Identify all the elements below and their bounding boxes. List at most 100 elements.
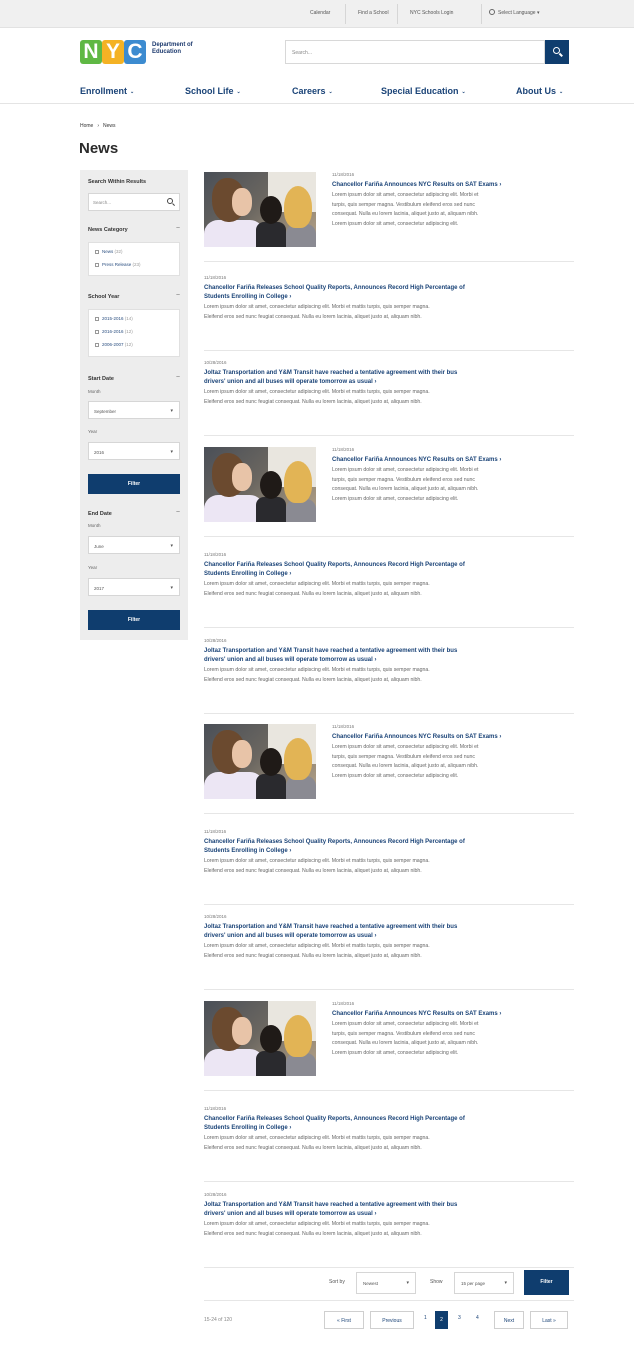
list-filter-button[interactable]: Filter [524,1270,569,1295]
chevron-down-icon: ⌄ [559,89,564,95]
article-date: 11/18/2016 [332,172,355,177]
end-year-label: Year [88,565,98,570]
article-headline-link[interactable]: drivers' union and all buses will operat… [204,378,376,387]
site-search-input[interactable]: Search... [285,40,545,64]
nav-school-life[interactable]: School Life ⌄ [185,86,241,96]
results-count: 15-24 of 120 [204,1317,233,1323]
next-page-button[interactable]: Next [494,1311,524,1329]
news-category-panel: News (32) Press Release (23) [88,242,180,276]
article-excerpt: Lorem ipsum dolor sit amet, consectetur … [204,304,430,310]
news-article: 11/18/2016 Chancellor Fariña Announces NY… [204,447,574,537]
nav-about-us[interactable]: About Us ⌄ [516,86,563,96]
pagination: 15-24 of 120 « First Previous 1 2 3 4 Ne… [204,1300,574,1330]
collapse-icon[interactable]: − [176,225,180,232]
end-year-select[interactable]: 2017 ▾ [88,578,180,596]
start-month-select[interactable]: September ▾ [88,401,180,419]
article-headline-link[interactable]: Chancellor Fariña Announces NYC Results … [332,1010,501,1019]
article-excerpt: Eleifend eros sed nunc feugiat consequat… [204,867,422,874]
article-headline-link[interactable]: drivers' union and all buses will operat… [204,1210,376,1219]
article-headline-link[interactable]: Chancellor Fariña Releases School Qualit… [204,1115,465,1124]
article-thumbnail[interactable] [204,172,316,247]
article-excerpt: Lorem ipsum dolor sit amet, consectetur … [332,744,479,750]
year-checkbox[interactable]: 2016-2016 (12) [95,329,133,334]
category-checkbox[interactable]: News (32) [95,249,123,254]
chevron-down-icon: ⌄ [130,89,135,95]
chevron-down-icon: ⌄ [328,89,333,95]
breadcrumb-current: News [103,123,116,129]
article-thumbnail[interactable] [204,724,316,799]
previous-page-button[interactable]: Previous [370,1311,414,1329]
article-headline-link[interactable]: Chancellor Fariña Announces NYC Results … [332,181,501,190]
calendar-link[interactable]: Calendar [310,10,330,16]
search-within-heading: Search Within Results [88,179,147,185]
article-excerpt: turpis, quis semper magna. Vestibulum el… [332,476,476,483]
article-excerpt: Lorem ipsum dolor sit amet, consectetur … [332,467,479,473]
collapse-icon[interactable]: − [176,292,180,299]
article-excerpt: Lorem ipsum dolor sit amet, consectetur … [204,858,430,864]
year-checkbox[interactable]: 2015-2016 (14) [95,316,133,321]
collapse-icon[interactable]: − [176,374,180,381]
article-date: 10/28/2016 [204,360,227,365]
current-page[interactable]: 2 [435,1311,448,1329]
article-headline-link[interactable]: Students Enrolling in College › [204,1124,291,1133]
collapse-icon[interactable]: − [176,509,180,516]
article-headline-link[interactable]: Students Enrolling in College › [204,847,291,856]
page-link[interactable]: 3 [458,1315,461,1321]
article-headline-link[interactable]: Students Enrolling in College › [204,570,291,579]
start-year-select[interactable]: 2016 ▾ [88,442,180,460]
news-article: 11/18/2016 Chancellor Fariña Releases Sch… [204,1106,574,1182]
article-thumbnail[interactable] [204,447,316,522]
nav-careers[interactable]: Careers ⌄ [292,86,333,96]
chevron-down-icon: ▾ [504,1280,507,1286]
article-headline-link[interactable]: Chancellor Fariña Releases School Qualit… [204,838,465,847]
article-headline-link[interactable]: Joltaz Transportation and Y&M Transit ha… [204,923,457,932]
article-excerpt: Lorem ipsum dolor sit amet, consectetur … [332,192,479,198]
end-month-label: Month [88,523,101,528]
category-checkbox[interactable]: Press Release (23) [95,262,141,267]
article-headline-link[interactable]: Chancellor Fariña Releases School Qualit… [204,284,465,293]
article-excerpt: Lorem ipsum dolor sit amet, consectetur … [332,220,459,227]
sort-select[interactable]: Newest ▾ [356,1272,416,1294]
nav-enrollment[interactable]: Enrollment ⌄ [80,86,134,96]
start-date-filter-button[interactable]: Filter [88,474,180,494]
find-school-link[interactable]: Find a School [358,10,389,16]
search-within-input[interactable]: Search... [88,193,180,211]
article-date: 10/28/2016 [204,1192,227,1197]
nav-special-education[interactable]: Special Education ⌄ [381,86,466,96]
schools-login-link[interactable]: NYC Schools Login [410,10,453,16]
sort-label: Sort by [329,1279,345,1285]
end-date-filter-button[interactable]: Filter [88,610,180,630]
article-headline-link[interactable]: Chancellor Fariña Releases School Qualit… [204,561,465,570]
first-page-button[interactable]: « First [324,1311,364,1329]
search-button[interactable] [545,40,569,64]
breadcrumb-home[interactable]: Home [80,123,93,129]
page-link[interactable]: 1 [424,1315,427,1321]
article-excerpt: Lorem ipsum dolor sit amet, consectetur … [204,1221,430,1227]
article-excerpt: consequat. Nulla eu lorem lacinia, aliqu… [332,486,479,493]
article-thumbnail[interactable] [204,1001,316,1076]
select-language-dropdown[interactable]: Select Language ▾ [489,9,539,16]
list-controls: Sort by Newest ▾ Show 15 per page ▾ Filter [204,1270,574,1296]
article-headline-link[interactable]: Joltaz Transportation and Y&M Transit ha… [204,1201,457,1210]
article-excerpt: consequat. Nulla eu lorem lacinia, aliqu… [332,211,479,218]
article-headline-link[interactable]: drivers' union and all buses will operat… [204,932,376,941]
utility-bar: Calendar Find a School NYC Schools Login… [0,0,634,28]
article-headline-link[interactable]: drivers' union and all buses will operat… [204,656,376,665]
news-article: 11/18/2016 Chancellor Fariña Announces NY… [204,724,574,814]
article-headline-link[interactable]: Joltaz Transportation and Y&M Transit ha… [204,369,457,378]
article-headline-link[interactable]: Chancellor Fariña Announces NYC Results … [332,456,501,465]
news-article: 10/28/2016 Joltaz Transportation and Y&M … [204,914,574,990]
year-checkbox[interactable]: 2006-2007 (12) [95,342,133,347]
search-icon [167,198,173,204]
search-icon [553,47,560,54]
end-month-select[interactable]: June ▾ [88,536,180,554]
article-headline-link[interactable]: Students Enrolling in College › [204,293,291,302]
chevron-down-icon: ⌄ [461,89,466,95]
article-excerpt: Lorem ipsum dolor sit amet, consectetur … [204,1135,430,1141]
article-excerpt: Lorem ipsum dolor sit amet, consectetur … [332,495,459,502]
page-link[interactable]: 4 [476,1315,479,1321]
article-headline-link[interactable]: Chancellor Fariña Announces NYC Results … [332,733,501,742]
article-headline-link[interactable]: Joltaz Transportation and Y&M Transit ha… [204,647,457,656]
show-select[interactable]: 15 per page ▾ [454,1272,514,1294]
last-page-button[interactable]: Last » [530,1311,568,1329]
